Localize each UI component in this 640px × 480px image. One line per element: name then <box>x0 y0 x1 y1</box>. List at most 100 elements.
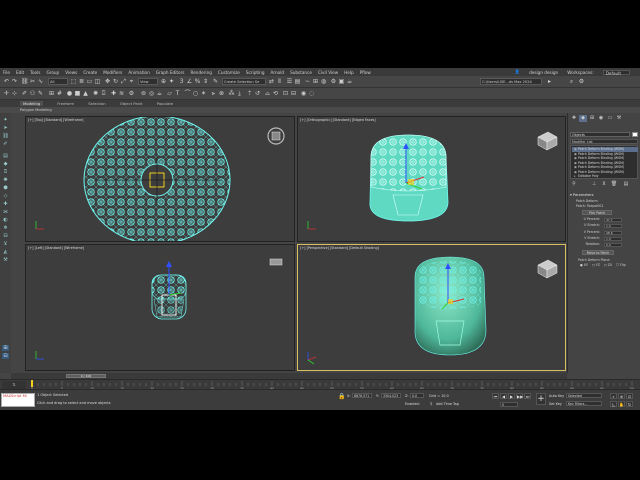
placement-icon[interactable]: ⌖ <box>128 78 135 85</box>
current-frame-field[interactable]: 0 <box>500 402 518 407</box>
menu-graph-editors[interactable]: Graph Editors <box>156 70 185 75</box>
show-end-result-icon[interactable]: ⊥ <box>590 181 598 188</box>
menu-scripting[interactable]: Scripting <box>246 70 265 75</box>
menu-animation[interactable]: Animation <box>128 70 149 75</box>
v-stretch-spinner[interactable]: 1.0 <box>604 236 622 241</box>
link-icon[interactable]: ⛓ <box>21 78 29 85</box>
curve-editor-icon[interactable]: ∼ <box>304 78 311 85</box>
workspace-dropdown[interactable]: Default <box>602 69 630 76</box>
named-selection-icon[interactable]: ✎ <box>212 78 219 85</box>
select-object-icon[interactable]: ⬚ <box>70 78 77 85</box>
selection-filter-dropdown[interactable]: All <box>48 78 68 85</box>
ffd-icon[interactable]: ⊡ <box>282 90 289 97</box>
zoom-extents-icon[interactable]: ⊡ <box>626 393 633 399</box>
arc-icon[interactable]: ⌒ <box>184 90 191 97</box>
tab-freeform[interactable]: Freeform <box>57 101 74 106</box>
stack-item[interactable]: ▸ Editable Poly <box>572 174 638 179</box>
user-name[interactable]: design design <box>529 70 558 75</box>
paint-tool-icon[interactable]: ✐ <box>2 141 9 147</box>
tab-object-paint[interactable]: Object Paint <box>120 101 143 106</box>
render-setup-icon[interactable]: ⚙ <box>330 78 337 85</box>
percent-snap-icon[interactable]: % <box>194 78 201 85</box>
menu-file[interactable]: File <box>3 70 10 75</box>
reference-coord-dropdown[interactable]: View <box>138 78 158 85</box>
torus-icon[interactable]: ◎ <box>148 90 155 97</box>
material-editor-icon[interactable]: ◍ <box>320 78 327 85</box>
x-coordinate-field[interactable]: 8876.571 <box>352 393 372 398</box>
play-icon[interactable]: ▶ <box>508 393 515 399</box>
helper-icon[interactable]: ✚ <box>110 90 117 97</box>
pick-patch-button[interactable]: Pick Patch <box>582 210 612 215</box>
u-stretch-spinner[interactable]: 1.0 <box>604 223 622 228</box>
plane-icon[interactable]: ▱ <box>166 90 173 97</box>
menu-modifiers[interactable]: Modifiers <box>103 70 122 75</box>
motion-panel-icon[interactable]: ◉ <box>597 115 605 122</box>
hide-icon[interactable]: ◐ <box>2 217 9 223</box>
freeze-icon[interactable]: ❄ <box>2 225 9 231</box>
mini-curve-editor-icon[interactable]: ⇅ <box>2 381 26 389</box>
window-crossing-icon[interactable]: ◫ <box>94 78 101 85</box>
display-panel-icon[interactable]: ▭ <box>606 115 614 122</box>
track-bar[interactable]: ⇅ 05101520253035404550556065707580859095… <box>0 379 640 390</box>
time-slider[interactable]: 0 / 100 <box>66 374 106 378</box>
light-tool-icon[interactable]: ✺ <box>2 177 9 183</box>
camera-tool-icon[interactable]: ⌼ <box>2 169 9 175</box>
maxscript-listener[interactable]: MAXScript Mi <box>1 393 35 407</box>
display-icon[interactable]: ◭ <box>2 249 9 255</box>
menu-customize[interactable]: Customize <box>218 70 240 75</box>
redo-icon[interactable]: ↷ <box>11 78 18 85</box>
zoom-all-icon[interactable]: ⊕ <box>618 393 625 399</box>
populate-icon[interactable]: ⚇ <box>29 90 36 97</box>
pan-icon[interactable]: ✋ <box>618 401 625 407</box>
manipulate-icon[interactable]: ✦ <box>168 78 175 85</box>
boolean-icon[interactable]: ⊗ <box>218 90 225 97</box>
menu-create[interactable]: Create <box>83 70 97 75</box>
viewport-layout-2-icon[interactable]: ⊟ <box>2 353 9 359</box>
camera-icon[interactable]: ⌼ <box>100 90 107 97</box>
menu-pflow[interactable]: Pflow <box>360 70 371 75</box>
cylinder-icon[interactable]: ⊚ <box>140 90 147 97</box>
menu-group[interactable]: Group <box>46 70 59 75</box>
tab-modeling[interactable]: Modeling <box>20 101 44 106</box>
ungroup-icon[interactable]: ⊟ <box>2 233 9 239</box>
z-coordinate-field[interactable]: 0.0 <box>410 393 424 398</box>
star-icon[interactable]: ✶ <box>200 90 207 97</box>
flip-checkbox[interactable]: ☐ Flip <box>616 263 626 267</box>
lathe-icon[interactable]: ↺ <box>254 90 261 97</box>
axis-constraint-icon[interactable]: ⊹ <box>11 90 18 97</box>
menu-tools[interactable]: Tools <box>30 70 40 75</box>
viewport-top[interactable]: [+] [Top] [Standard] [Wireframe] <box>25 116 295 242</box>
user-icon[interactable]: 👤 <box>515 69 520 75</box>
bend-icon[interactable]: ⌓ <box>264 90 271 97</box>
utilities-panel-icon[interactable]: ⚒ <box>615 115 623 122</box>
object-icon[interactable]: ◆ <box>2 161 9 167</box>
orbit-icon[interactable]: ↻ <box>626 401 633 407</box>
brush-icon[interactable]: ✐ <box>21 90 28 97</box>
twist-icon[interactable]: ⟲ <box>272 90 279 97</box>
cone-icon[interactable]: ▲ <box>82 90 89 97</box>
radio-xy[interactable]: ● XY <box>580 263 588 267</box>
menu-help[interactable]: Help <box>344 70 354 75</box>
remove-modifier-icon[interactable]: 🗑 <box>610 181 618 188</box>
move-to-patch-button[interactable]: Move to Patch <box>582 250 614 255</box>
select-by-name-icon[interactable]: ≣ <box>78 78 85 85</box>
mirror-icon[interactable]: ⇄ <box>268 78 275 85</box>
sphere-icon[interactable]: ● <box>66 90 73 97</box>
text-icon[interactable]: T <box>174 90 181 97</box>
make-unique-icon[interactable]: ⊻ <box>600 181 608 188</box>
pin-stack-icon[interactable]: ⚲ <box>570 181 578 188</box>
paint-icon[interactable]: ✎ <box>37 90 44 97</box>
pointer-icon[interactable]: ➤ <box>2 125 9 131</box>
light-icon[interactable]: ✺ <box>92 90 99 97</box>
menu-arnold[interactable]: Arnold <box>271 70 285 75</box>
time-tag-icon[interactable]: ⚲ <box>430 402 432 406</box>
radio-zx[interactable]: ○ ZX <box>604 263 612 267</box>
go-to-end-icon[interactable]: ⏭ <box>524 393 531 399</box>
create-icon[interactable]: ✦ <box>2 117 9 123</box>
viewport-perspective[interactable]: [+] [Perspective] [Standard] [Default Sh… <box>297 244 566 371</box>
object-name-field[interactable]: Objects <box>570 132 630 137</box>
shape-icon[interactable]: ◇ <box>2 193 9 199</box>
settings-icon[interactable]: ⚙ <box>578 78 585 85</box>
menu-edit[interactable]: Edit <box>16 70 24 75</box>
field-of-view-icon[interactable]: ◺ <box>610 401 617 407</box>
